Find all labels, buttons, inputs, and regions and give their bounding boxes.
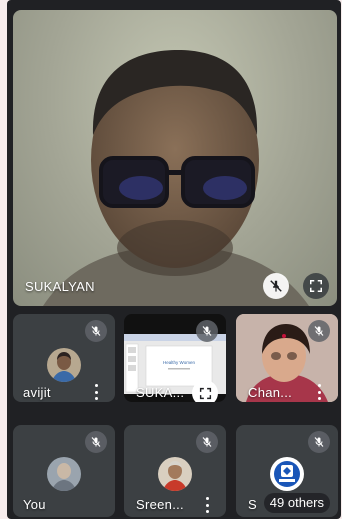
fullscreen-icon [309, 279, 323, 293]
mic-off-icon [91, 437, 101, 447]
mic-off-badge [85, 320, 107, 342]
mic-off-badge [308, 431, 330, 453]
mic-off-badge [308, 320, 330, 342]
participant-tile-you[interactable]: You [13, 425, 115, 517]
mic-off-icon [314, 326, 324, 336]
avatar [47, 457, 81, 491]
fullscreen-icon [199, 387, 211, 399]
mic-off-badge [196, 320, 218, 342]
participant-name: S [248, 497, 257, 512]
speaker-video [43, 50, 309, 306]
participant-name: Sreen... [136, 497, 184, 512]
mic-off-icon [202, 326, 212, 336]
mic-off-icon [91, 326, 101, 336]
participant-tile-sreen[interactable]: Sreen... [124, 425, 226, 517]
fullscreen-button[interactable] [192, 380, 218, 402]
avatar [47, 348, 81, 382]
slide-title: Healthy Women [163, 360, 195, 365]
avatar [158, 457, 192, 491]
participant-tile-chan[interactable]: Chan... [236, 314, 338, 402]
participant-name: Chan... [248, 385, 293, 400]
avatar [270, 457, 304, 491]
participant-name: SUKA... [136, 385, 185, 400]
others-count[interactable]: 49 others [263, 493, 330, 513]
participant-name: You [23, 497, 46, 512]
more-vert-icon[interactable] [316, 384, 322, 400]
participant-tile-avijit[interactable]: avijit [13, 314, 115, 402]
more-vert-icon[interactable] [204, 497, 210, 513]
main-speaker-name: SUKALYAN [25, 279, 95, 294]
participant-tile-presenter[interactable]: Healthy Women SUKA... [124, 314, 226, 402]
fullscreen-button[interactable] [303, 273, 329, 299]
logo-icon [271, 458, 303, 490]
mic-off-badge [85, 431, 107, 453]
participant-name: avijit [23, 385, 51, 400]
mic-off-icon [314, 437, 324, 447]
pin-off-icon [270, 280, 282, 292]
participant-tile-others[interactable]: S 49 others [236, 425, 338, 517]
mic-off-icon [202, 437, 212, 447]
mic-off-badge [196, 431, 218, 453]
more-vert-icon[interactable] [93, 384, 99, 400]
main-speaker-tile[interactable]: SUKALYAN [13, 10, 337, 306]
pin-off-button[interactable] [263, 273, 289, 299]
